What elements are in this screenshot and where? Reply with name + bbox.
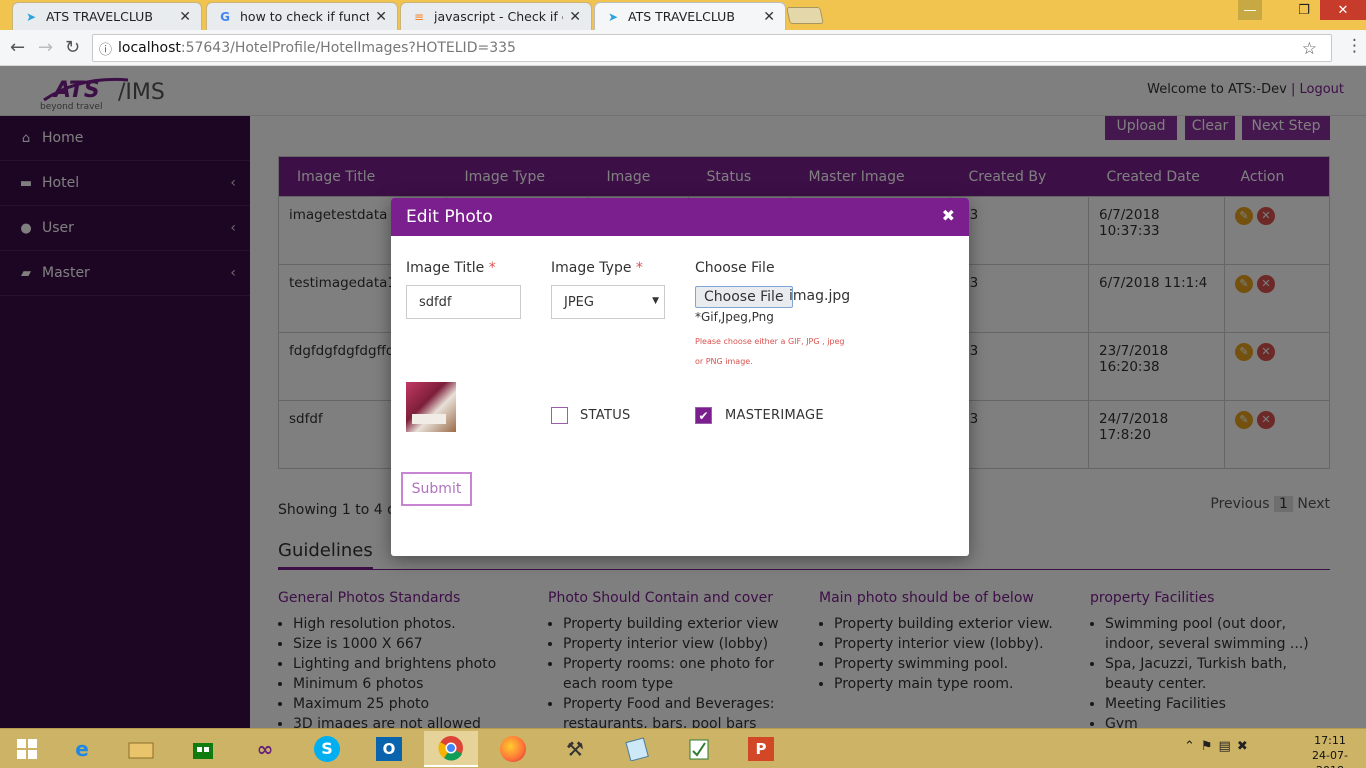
selected-value: JPEG [564,294,594,310]
file-name: imag.jpg [789,288,851,304]
image-title-label: Image Title * [406,260,496,276]
browser-tab[interactable]: ➤ ATS TRAVELCLUB ✕ [12,2,202,30]
taskbar: e ∞ S O ⚒ P ⌃⚑▤✖ 17:11 24-07-2018 [0,728,1366,768]
tab-title: ATS TRAVELCLUB [628,9,735,24]
caret-down-icon: ▼ [652,296,659,306]
google-icon: G [220,9,230,24]
store-icon[interactable] [176,731,230,767]
close-tab-icon[interactable]: ✕ [569,9,581,25]
telegram-icon: ➤ [607,9,619,24]
stackoverflow-icon: ≡ [413,9,425,24]
image-title-input[interactable]: sdfdf [406,285,521,319]
thumbnail-bed [412,414,446,424]
close-tab-icon[interactable]: ✕ [375,9,387,25]
browser-tab-active[interactable]: ➤ ATS TRAVELCLUB ✕ [594,2,786,30]
skype-icon[interactable]: S [300,731,354,767]
restore-icon[interactable]: ❐ [1292,0,1316,20]
tab-title: ATS TRAVELCLUB [46,9,153,24]
masterimage-checkbox[interactable]: ✔ [695,407,712,424]
photo-thumbnail [406,382,456,432]
label-text: Image Type [551,260,632,276]
reload-icon[interactable]: ↻ [65,37,80,58]
new-tab-button[interactable] [786,7,824,24]
status-checkbox[interactable] [551,407,568,424]
browser-tab[interactable]: G how to check if function ✕ [206,2,398,30]
address-bar[interactable]: ⓘ localhost:57643/HotelProfile/HotelImag… [92,34,1332,62]
close-icon[interactable]: ✖ [942,206,955,225]
system-tray[interactable]: ⌃⚑▤✖ [1184,739,1254,754]
visual-studio-icon[interactable]: ∞ [238,731,292,767]
close-tab-icon[interactable]: ✕ [179,9,191,25]
bookmark-star-icon[interactable]: ☆ [1302,39,1317,59]
browser-tab-strip: ➤ ATS TRAVELCLUB ✕ G how to check if fun… [0,0,1366,30]
outlook-icon[interactable]: O [362,731,416,767]
task-editor-icon[interactable] [672,731,726,767]
image-type-select[interactable]: JPEG ▼ [551,285,665,319]
url-path: :57643/HotelProfile/HotelImages?HOTELID=… [180,40,516,56]
info-icon[interactable]: ⓘ [99,39,112,58]
choose-file-label: Choose File [695,260,775,276]
tab-title: javascript - Check if chec [434,9,563,24]
browser-menu-icon[interactable]: ⋮ [1346,36,1363,56]
powerpoint-icon[interactable]: P [734,731,788,767]
browser-tab[interactable]: ≡ javascript - Check if chec ✕ [400,2,592,30]
windows-start-icon[interactable] [0,731,54,767]
modal-title: Edit Photo [406,207,493,227]
edit-photo-modal: Edit Photo ✖ Image Title * sdfdf Image T… [391,198,969,556]
minimize-icon[interactable]: — [1238,0,1262,20]
required-mark: * [635,260,643,276]
image-type-label: Image Type * [551,260,643,276]
modal-header: Edit Photo ✖ [391,198,969,236]
chrome-icon[interactable] [424,731,478,767]
clock[interactable]: 17:11 24-07-2018 [1300,733,1360,768]
tab-title: how to check if function [240,9,370,24]
clock-time: 17:11 [1314,734,1346,747]
firefox-icon[interactable] [486,731,540,767]
submit-button[interactable]: Submit [401,472,472,506]
required-mark: * [488,260,496,276]
forward-icon[interactable]: → [38,37,53,58]
masterimage-label: MASTERIMAGE [725,408,824,423]
url-host: localhost [118,40,181,56]
file-error-message: Please choose either a GIF, JPG , jpeg o… [695,337,845,366]
file-explorer-icon[interactable] [114,731,168,767]
choose-file-button[interactable]: Choose File [695,286,793,308]
internet-explorer-icon[interactable]: e [55,731,109,767]
back-icon[interactable]: ← [10,37,25,58]
close-tab-icon[interactable]: ✕ [763,9,775,25]
telegram-icon: ➤ [25,9,37,24]
status-label: STATUS [580,408,631,423]
clock-date: 24-07-2018 [1312,749,1348,768]
browser-toolbar: ← → ↻ ⓘ localhost:57643/HotelProfile/Hot… [0,30,1366,66]
notepad-icon[interactable] [610,731,664,767]
close-window-icon[interactable]: ✕ [1320,0,1366,20]
file-types-hint: *Gif,Jpeg,Png [695,310,774,324]
tools-icon[interactable]: ⚒ [548,731,602,767]
label-text: Image Title [406,260,485,276]
